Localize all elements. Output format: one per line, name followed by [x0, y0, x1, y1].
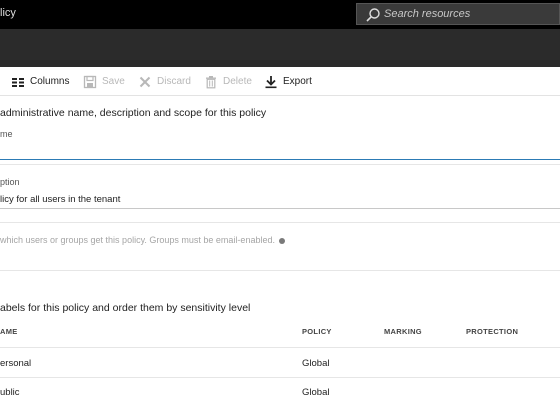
search-placeholder: Search resources [384, 8, 471, 20]
search-icon [366, 8, 380, 22]
trash-icon [206, 75, 216, 88]
delete-label: Delete [223, 76, 252, 87]
blade-header [0, 29, 560, 67]
column-header-marking[interactable]: MARKING [384, 327, 422, 336]
section-heading-labels: abels for this policy and order them by … [0, 302, 251, 314]
export-button[interactable]: Export [264, 67, 312, 96]
row-policy: Global [302, 387, 330, 398]
divider [0, 222, 560, 223]
columns-icon [12, 77, 24, 87]
close-icon [139, 76, 151, 87]
discard-label: Discard [157, 76, 191, 87]
save-icon [83, 75, 97, 88]
top-bar: licy Search resources [0, 0, 560, 29]
description-input[interactable]: licy for all users in the tenant [0, 191, 560, 209]
scope-hint: which users or groups get this policy. G… [0, 235, 285, 245]
window-title: licy [0, 7, 16, 19]
column-header-protection[interactable]: PROTECTION [466, 327, 518, 336]
discard-button[interactable]: Discard [138, 67, 191, 96]
delete-button[interactable]: Delete [204, 67, 252, 96]
section-heading-name-scope: administrative name, description and sco… [0, 107, 267, 119]
name-input[interactable] [0, 142, 560, 160]
name-label: me [0, 129, 13, 139]
description-value: licy for all users in the tenant [0, 194, 121, 205]
row-name[interactable]: ublic [0, 387, 20, 398]
column-header-name[interactable]: AME [0, 327, 18, 336]
scope-hint-text: which users or groups get this policy. G… [0, 235, 275, 245]
column-header-policy[interactable]: POLICY [302, 327, 332, 336]
search-box[interactable]: Search resources [356, 3, 560, 25]
download-icon [265, 75, 277, 88]
info-icon[interactable] [278, 237, 285, 244]
command-bar: Columns Save Discard Delete Export [0, 67, 560, 96]
row-name[interactable]: ersonal [0, 358, 31, 369]
divider [0, 164, 560, 165]
columns-label: Columns [30, 76, 70, 87]
row-policy: Global [302, 358, 330, 369]
save-button[interactable]: Save [83, 67, 125, 96]
divider [0, 270, 560, 271]
divider [0, 377, 560, 378]
columns-button[interactable]: Columns [11, 67, 69, 96]
export-label: Export [283, 76, 312, 87]
save-label: Save [102, 76, 125, 87]
divider [0, 347, 560, 348]
description-label: ption [0, 177, 20, 187]
